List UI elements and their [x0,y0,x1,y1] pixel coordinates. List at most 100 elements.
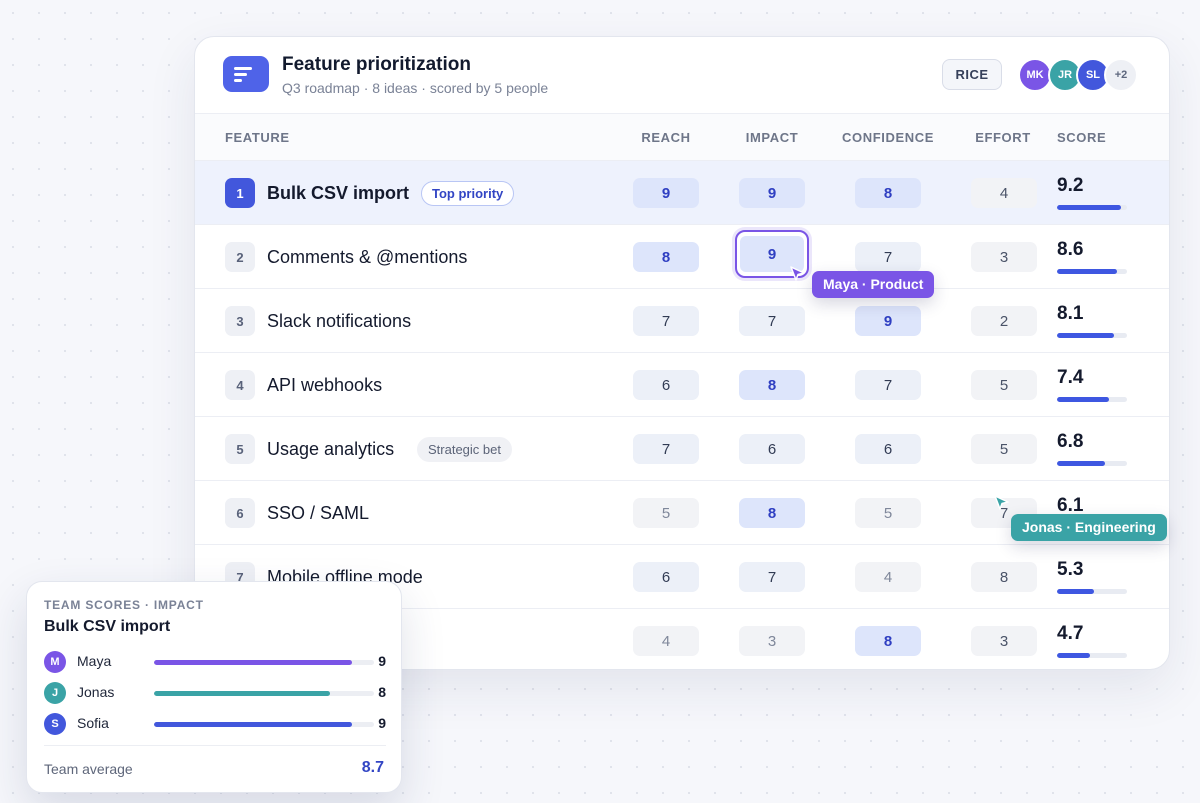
confidence-cell[interactable]: 7 [855,370,921,400]
score-bar [1057,333,1127,338]
card-header: Feature prioritization Q3 roadmap · 8 id… [195,37,1169,113]
table-row[interactable]: 4 API webhooks 6 8 7 5 7.4 [195,353,1169,417]
member-score: 9 [378,715,386,731]
feature-name[interactable]: Bulk CSV import [267,161,409,225]
reach-cell[interactable]: 7 [633,306,699,336]
maya-cursor-icon [790,266,805,281]
list-logo-icon [223,56,269,92]
feature-name[interactable]: API webhooks [267,353,382,417]
column-header-reach[interactable]: REACH [641,114,691,162]
column-header-impact[interactable]: IMPACT [737,114,807,162]
reach-cell[interactable]: 9 [633,178,699,208]
confidence-cell[interactable]: 7 [855,242,921,272]
table-row[interactable]: 3 Slack notifications 7 7 9 2 8.1 [195,289,1169,353]
table-row[interactable]: 2 Comments & @mentions 8 9 7 3 8.6 [195,225,1169,289]
member-name: Maya [77,653,112,669]
page-subtitle: Q3 roadmap · 8 ideas · scored by 5 peopl… [282,80,549,96]
score-bar-fill [1057,205,1122,210]
score-bar [1057,589,1127,594]
feature-name[interactable]: Slack notifications [267,289,411,353]
score-value: 6.8 [1057,431,1084,452]
impact-cell[interactable]: 6 [739,434,805,464]
score-bar-fill [1057,269,1118,274]
score-value: 8.1 [1057,303,1084,324]
avatar: M [44,651,66,673]
score-bar [1057,397,1127,402]
column-header-feature[interactable]: FEATURE [225,114,290,162]
confidence-cell[interactable]: 4 [855,562,921,592]
impact-cell[interactable]: 3 [739,626,805,656]
member-score: 8 [378,684,386,700]
table-header: FEATURE REACH IMPACT CONFIDENCE EFFORT S… [195,113,1169,161]
effort-cell[interactable]: 3 [971,626,1037,656]
rank-badge: 1 [225,178,255,208]
reach-cell[interactable]: 6 [633,370,699,400]
member-score-bar [154,722,374,727]
effort-cell[interactable]: 8 [971,562,1037,592]
avatar: S [44,713,66,735]
score-value: 8.6 [1057,239,1084,260]
member-score-bar [154,691,374,696]
effort-cell[interactable]: 3 [971,242,1037,272]
confidence-cell[interactable]: 5 [855,498,921,528]
score-bar-fill [1057,461,1105,466]
scoring-method-button[interactable]: RICE [942,59,1002,90]
column-header-effort[interactable]: EFFORT [968,114,1038,162]
reach-cell[interactable]: 5 [633,498,699,528]
member-name: Sofia [77,715,109,731]
impact-cell[interactable]: 7 [739,562,805,592]
column-header-confidence[interactable]: CONFIDENCE [835,114,941,162]
popover-label: TEAM SCORES · IMPACT [44,598,204,612]
reach-cell[interactable]: 7 [633,434,699,464]
effort-cell[interactable]: 4 [971,178,1037,208]
rank-badge: 2 [225,242,255,272]
feature-tag: Top priority [421,181,515,206]
reach-cell[interactable]: 6 [633,562,699,592]
effort-cell[interactable]: 5 [971,370,1037,400]
score-value: 5.3 [1057,559,1084,580]
feature-name[interactable]: SSO / SAML [267,481,369,545]
team-member-score: M Maya 9 [44,650,386,674]
effort-cell[interactable]: 2 [971,306,1037,336]
rank-badge: 3 [225,306,255,336]
score-bar [1057,653,1127,658]
rank-badge: 5 [225,434,255,464]
feature-name[interactable]: Usage analytics [267,417,394,481]
member-name: Jonas [77,684,115,700]
team-scores-popover: TEAM SCORES · IMPACT Bulk CSV import M Ma… [26,581,402,793]
table-row[interactable]: 1 Bulk CSV import Top priority 9 9 8 4 9.2 [195,161,1169,225]
prioritization-card: Feature prioritization Q3 roadmap · 8 id… [194,36,1170,670]
confidence-cell[interactable]: 6 [855,434,921,464]
score-bar-fill [1057,589,1095,594]
team-average-value: 8.7 [361,759,384,776]
confidence-cell[interactable]: 8 [855,178,921,208]
reach-cell[interactable]: 4 [633,626,699,656]
score-value: 7.4 [1057,367,1084,388]
more-collaborators-badge[interactable]: +2 [1104,58,1138,92]
avatar[interactable]: MK [1018,58,1052,92]
team-member-score: S Sofia 9 [44,712,386,736]
impact-cell[interactable]: 7 [739,306,805,336]
effort-cell[interactable]: 5 [971,434,1037,464]
impact-cell[interactable]: 8 [739,370,805,400]
table-row[interactable]: 5 Usage analytics Strategic bet 7 6 6 5 6.8 [195,417,1169,481]
member-score-bar [154,660,374,665]
divider [44,745,386,746]
member-score: 9 [378,653,386,669]
score-value: 4.7 [1057,623,1084,644]
score-bar [1057,205,1127,210]
impact-cell[interactable]: 9 [739,178,805,208]
reach-cell[interactable]: 8 [633,242,699,272]
confidence-cell[interactable]: 9 [855,306,921,336]
score-bar-fill [1057,333,1114,338]
team-member-score: J Jonas 8 [44,681,386,705]
feature-tag: Strategic bet [417,437,512,462]
impact-cell[interactable]: 8 [739,498,805,528]
jonas-cursor-icon [994,495,1009,510]
maya-cursor-label: Maya · Product [812,271,935,298]
confidence-cell[interactable]: 8 [855,626,921,656]
feature-name[interactable]: Comments & @mentions [267,225,467,289]
page-title: Feature prioritization [282,54,471,75]
column-header-score[interactable]: SCORE [1057,114,1106,162]
score-bar [1057,269,1127,274]
